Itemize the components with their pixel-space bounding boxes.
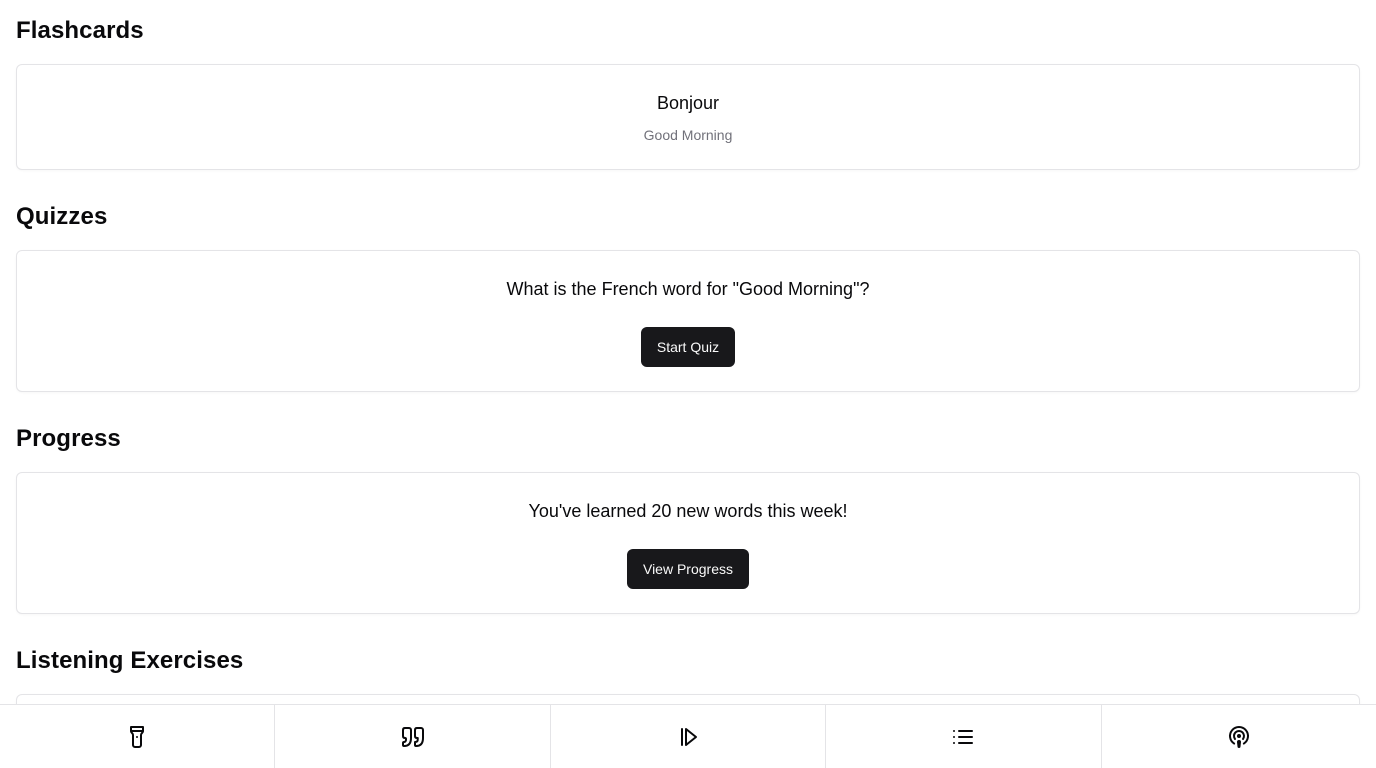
quiz-question: What is the French word for "Good Mornin… — [506, 279, 870, 299]
quote-icon — [401, 726, 424, 747]
quiz-button-wrap: Start Quiz — [17, 327, 1359, 367]
list-icon — [953, 729, 974, 744]
progress-message: You've learned 20 new words this week! — [528, 501, 848, 521]
nav-list[interactable] — [825, 705, 1100, 768]
progress-button-wrap: View Progress — [17, 549, 1359, 589]
nav-podcast[interactable] — [1100, 705, 1376, 768]
quizzes-heading: Quizzes — [16, 203, 108, 230]
play-icon — [681, 727, 698, 746]
quiz-card: What is the French word for "Good Mornin… — [16, 250, 1360, 392]
nav-quizzes[interactable] — [274, 705, 549, 768]
flashcard-card[interactable]: Bonjour Good Morning — [16, 64, 1360, 170]
podcast-icon — [1228, 725, 1249, 748]
start-quiz-button[interactable]: Start Quiz — [640, 327, 736, 367]
flashcard-word: Bonjour — [656, 93, 720, 113]
flashcards-heading: Flashcards — [16, 17, 144, 44]
flashcard-translation: Good Morning — [643, 127, 733, 143]
app-page: Flashcards Bonjour Good Morning Quizzes … — [0, 0, 1376, 768]
nav-flashcards[interactable] — [0, 705, 274, 768]
progress-heading: Progress — [16, 425, 121, 452]
nav-listening[interactable] — [549, 705, 825, 768]
progress-card: You've learned 20 new words this week! V… — [16, 472, 1360, 614]
listening-heading: Listening Exercises — [16, 647, 244, 674]
bottom-nav — [0, 704, 1376, 768]
view-progress-button[interactable]: View Progress — [626, 549, 749, 589]
flashlight-icon — [130, 725, 145, 748]
